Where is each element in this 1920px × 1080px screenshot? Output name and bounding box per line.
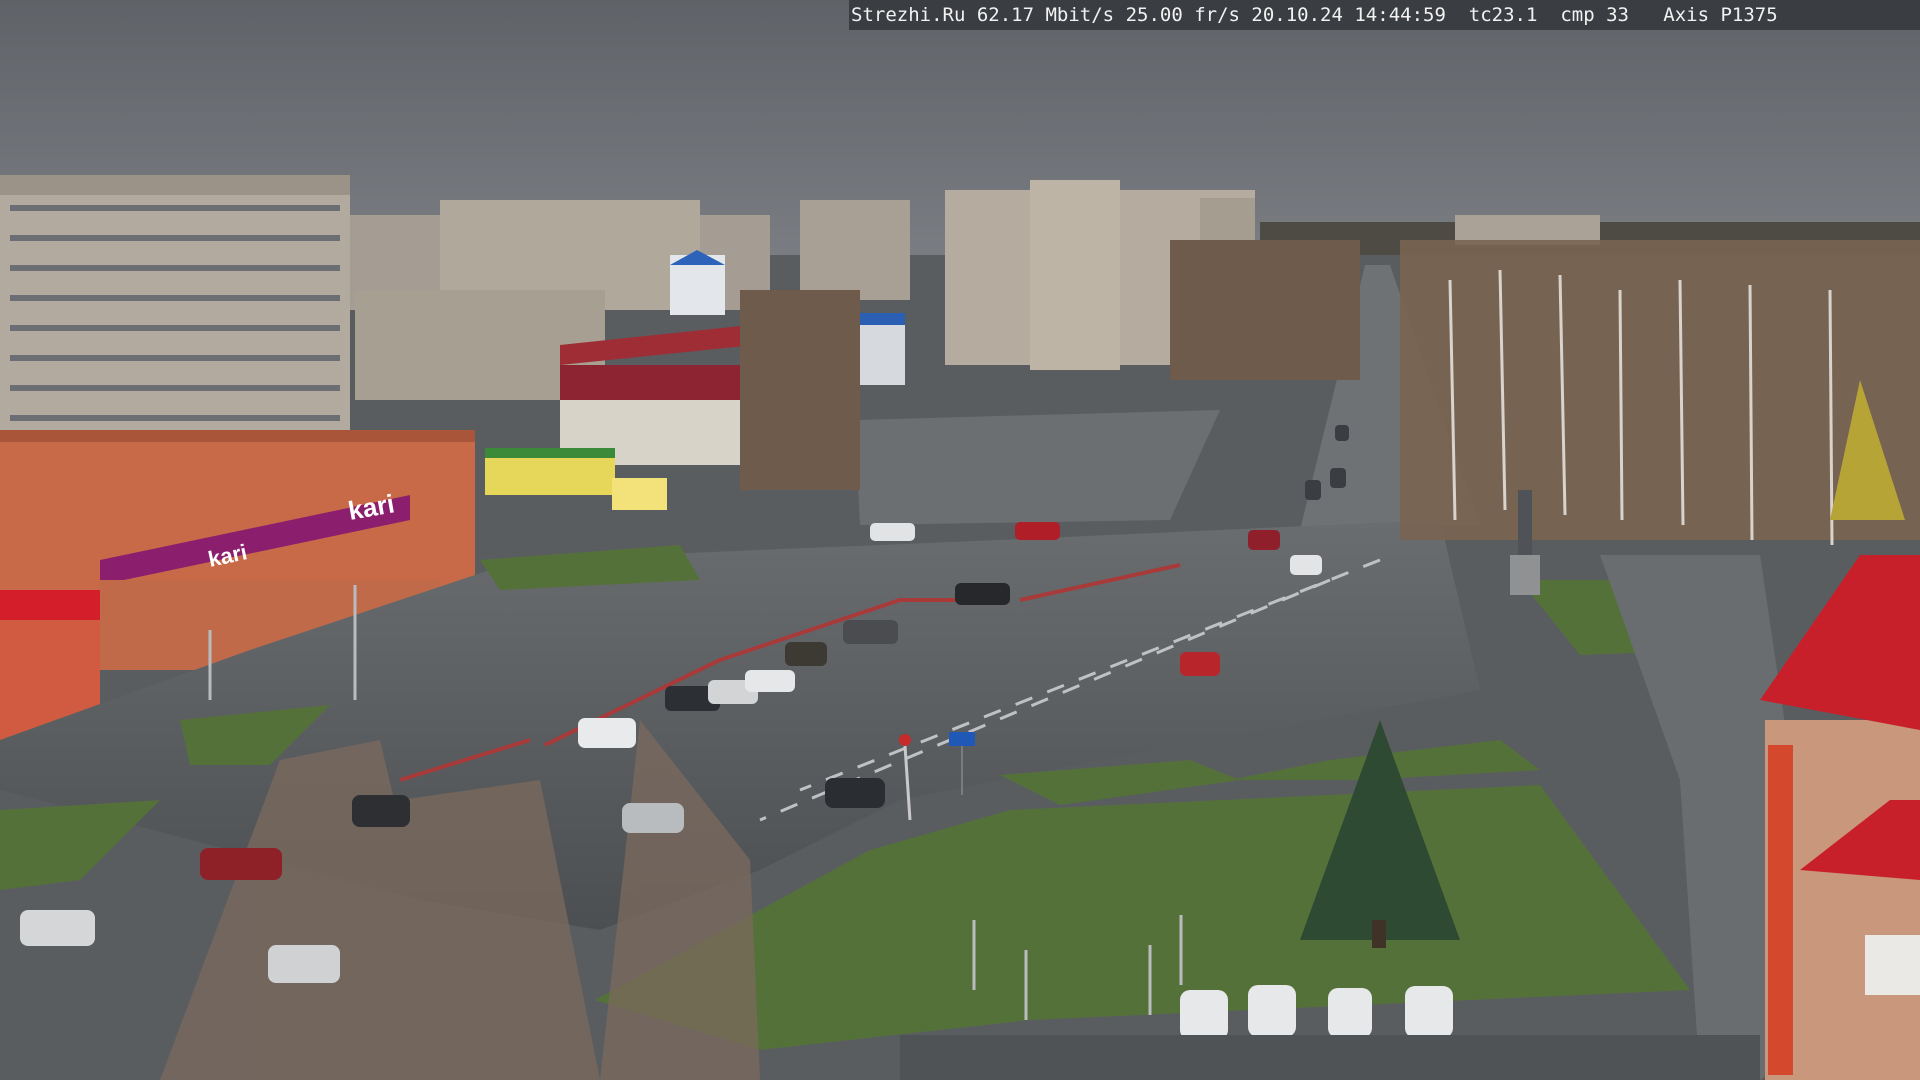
osd-camera-model: Axis P1375 xyxy=(1663,4,1778,26)
osd-datetime: 20.10.24 14:44:59 xyxy=(1251,4,1446,26)
webcam-scene: kari kari xyxy=(0,0,1920,1080)
pharmacy-sign xyxy=(612,478,667,510)
osd-framerate: 25.00 fr/s xyxy=(1125,4,1240,26)
red-roof-hall xyxy=(560,325,755,465)
osd-cmp: cmp 33 xyxy=(1560,4,1629,26)
main-square xyxy=(855,410,1220,525)
osd-bitrate: 62.17 Mbit/s xyxy=(976,4,1115,26)
bottom-parking-road xyxy=(900,1035,1760,1080)
camera-osd-overlay: Strezhi.Ru 62.17 Mbit/s 25.00 fr/s 20.10… xyxy=(849,0,1920,30)
osd-tc: tc23.1 xyxy=(1468,4,1538,26)
osd-site: Strezhi.Ru xyxy=(851,4,966,26)
